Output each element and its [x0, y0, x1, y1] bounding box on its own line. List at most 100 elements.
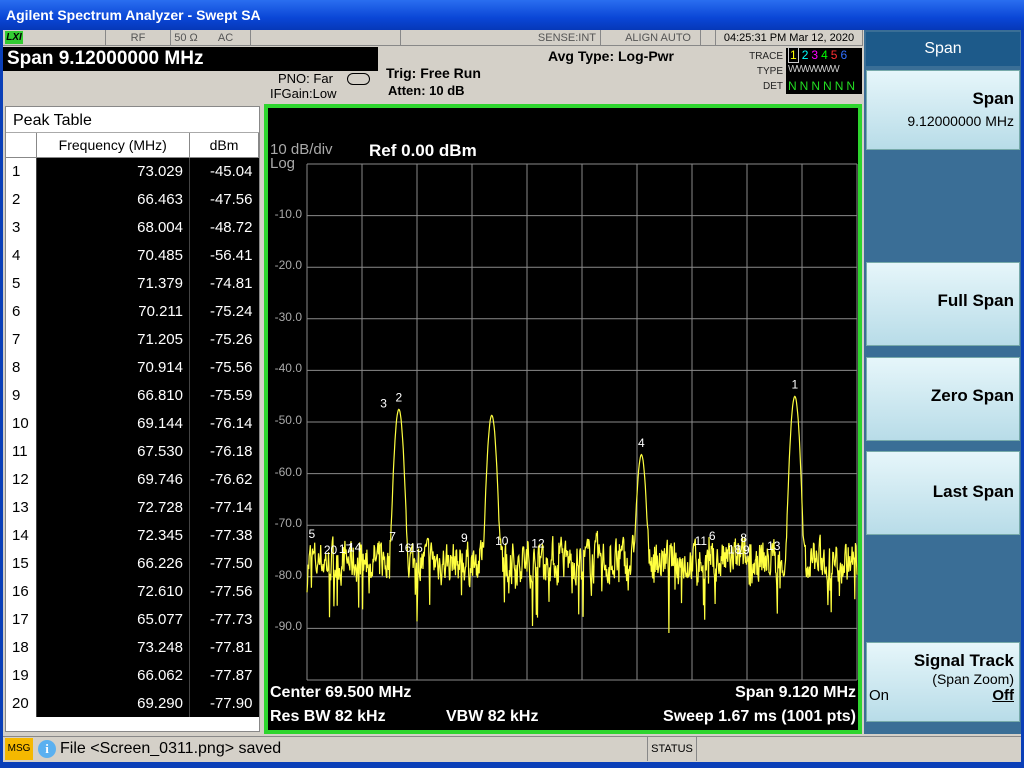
message-bar: MSG i File <Screen_0311.png> saved STATU…: [3, 736, 1021, 762]
peak-frequency: 70.914: [35, 353, 190, 381]
table-row[interactable]: 18 73.248 -77.81: [6, 633, 259, 661]
last-span-softkey[interactable]: Last Span: [866, 451, 1020, 535]
peak-frequency: 66.810: [35, 381, 190, 409]
table-row[interactable]: 1 73.029 -45.04: [6, 157, 259, 185]
marker-label: 5: [308, 527, 315, 541]
y-tick-label: -80.0: [274, 567, 302, 582]
align-auto: ALIGN AUTO: [625, 32, 691, 44]
marker-label: 17: [339, 542, 353, 556]
table-row[interactable]: 20 69.290 -77.90: [6, 689, 259, 717]
table-row[interactable]: 16 72.610 -77.56: [6, 577, 259, 605]
peak-frequency: 69.746: [35, 465, 190, 493]
peak-index: 2: [6, 185, 36, 213]
spectrum-display: 10 dB/div Log Ref 0.00 dBm 1 2 3 4 5 7 8 9 10 11 6…: [264, 104, 862, 734]
peak-amplitude: -47.56: [189, 185, 259, 213]
peak-amplitude: -45.04: [189, 157, 259, 185]
detector-5: N: [834, 79, 844, 93]
zero-span-softkey[interactable]: Zero Span: [866, 357, 1020, 441]
peak-amplitude: -77.50: [189, 549, 259, 577]
peak-amplitude: -75.26: [189, 325, 259, 353]
peak-index: 18: [6, 633, 36, 661]
marker-label: 6: [709, 529, 716, 543]
table-row[interactable]: 14 72.345 -77.38: [6, 521, 259, 549]
table-row[interactable]: 11 67.530 -76.18: [6, 437, 259, 465]
peak-amplitude: -75.24: [189, 297, 259, 325]
trace-3[interactable]: 3: [811, 48, 818, 62]
trace-1[interactable]: 1: [788, 47, 799, 63]
peak-frequency: 72.345: [35, 521, 190, 549]
peak-frequency: 71.379: [35, 269, 190, 297]
peak-amplitude: -77.38: [189, 521, 259, 549]
peak-index: 11: [6, 437, 36, 465]
peak-table: Frequency (MHz) dBm 1 73.029 -45.04 2 66.463…: [6, 133, 259, 717]
signal-track-label: Signal Track: [913, 651, 1014, 670]
sweep-time: Sweep 1.67 ms (1001 pts): [663, 708, 856, 725]
table-row[interactable]: 17 65.077 -77.73: [6, 605, 259, 633]
peak-frequency: 71.205: [35, 325, 190, 353]
peak-index: 8: [6, 353, 36, 381]
signal-track-softkey[interactable]: Signal Track (Span Zoom) On Off: [866, 642, 1020, 722]
detector-1: N: [788, 79, 797, 93]
trace-plot[interactable]: 12345 7 89 10 11 612 1314 151617 181920: [268, 108, 858, 730]
coupling: AC: [201, 30, 251, 46]
table-row[interactable]: 9 66.810 -75.59: [6, 381, 259, 409]
peak-index: 10: [6, 409, 36, 437]
marker-label: 10: [495, 534, 509, 548]
peak-index: 1: [6, 157, 36, 185]
detector-3: N: [811, 79, 821, 93]
span-softkey-label: Span: [972, 89, 1014, 108]
peak-frequency: 72.728: [35, 493, 190, 521]
y-tick-label: -20.0: [274, 258, 302, 273]
table-row[interactable]: 8 70.914 -75.56: [6, 353, 259, 381]
table-row[interactable]: 7 71.205 -75.26: [6, 325, 259, 353]
trace-4[interactable]: 4: [821, 48, 828, 62]
peak-table-title: Peak Table: [6, 107, 259, 133]
marker-label: 16: [398, 541, 412, 555]
table-row[interactable]: 3 68.004 -48.72: [6, 213, 259, 241]
peak-amplitude: -76.14: [189, 409, 259, 437]
marker-label: 2: [396, 390, 403, 404]
table-row[interactable]: 10 69.144 -76.14: [6, 409, 259, 437]
y-tick-label: -90.0: [274, 619, 302, 634]
span-softkey[interactable]: Span 9.12000000 MHz: [866, 70, 1020, 150]
peak-amplitude: -77.90: [189, 689, 259, 717]
center-frequency: Center 69.500 MHz: [270, 684, 412, 701]
peak-amplitude: -75.59: [189, 381, 259, 409]
msg-tag: MSG: [5, 738, 33, 760]
marker-label: 4: [638, 436, 645, 450]
table-row[interactable]: 13 72.728 -77.14: [6, 493, 259, 521]
peak-index: 15: [6, 549, 36, 577]
peak-index: 16: [6, 577, 36, 605]
detector-4: N: [823, 79, 832, 93]
toggle-on[interactable]: On: [869, 687, 889, 704]
table-row[interactable]: 19 66.062 -77.87: [6, 661, 259, 689]
marker-label: 11: [695, 534, 708, 548]
trace-2[interactable]: 2: [802, 48, 809, 62]
col-index: [6, 133, 37, 158]
table-row[interactable]: 5 71.379 -74.81: [6, 269, 259, 297]
detector-6: N: [846, 79, 856, 93]
peak-amplitude: -77.73: [189, 605, 259, 633]
peak-frequency: 68.004: [35, 213, 190, 241]
col-frequency: Frequency (MHz): [36, 133, 190, 158]
status-bar: LXI RF 50 Ω AC SENSE:INT ALIGN AUTO 04:2…: [3, 30, 863, 46]
datetime: 04:25:31 PM Mar 12, 2020: [715, 30, 863, 46]
peak-frequency: 72.610: [35, 577, 190, 605]
trace-5[interactable]: 5: [831, 48, 838, 62]
full-span-softkey[interactable]: Full Span: [866, 262, 1020, 346]
peak-amplitude: -77.81: [189, 633, 259, 661]
marker-label: 15: [409, 541, 423, 555]
peak-index: 4: [6, 241, 36, 269]
trace-6[interactable]: 6: [840, 48, 847, 62]
table-row[interactable]: 4 70.485 -56.41: [6, 241, 259, 269]
menu-title: Span: [866, 32, 1020, 66]
table-row[interactable]: 6 70.211 -75.24: [6, 297, 259, 325]
toggle-off[interactable]: Off: [992, 687, 1014, 704]
span-readout: Span 9.120 MHz: [735, 684, 856, 701]
table-row[interactable]: 2 66.463 -47.56: [6, 185, 259, 213]
peak-frequency: 67.530: [35, 437, 190, 465]
table-row[interactable]: 15 66.226 -77.50: [6, 549, 259, 577]
table-row[interactable]: 12 69.746 -76.62: [6, 465, 259, 493]
peak-index: 14: [6, 521, 36, 549]
marker-label: 12: [531, 536, 545, 550]
